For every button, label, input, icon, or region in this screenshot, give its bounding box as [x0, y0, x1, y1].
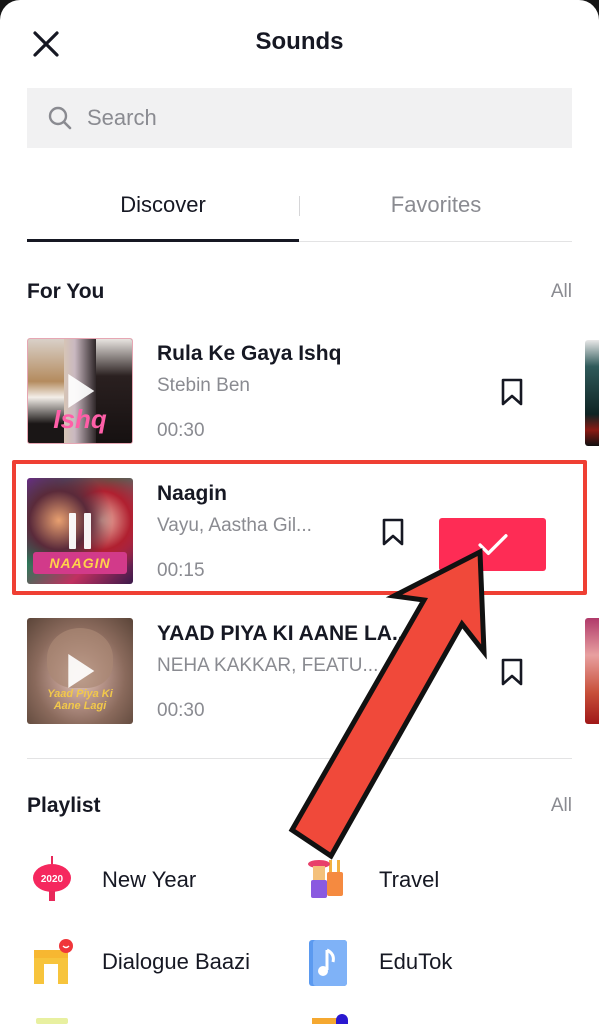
cover-text: Yaad Piya Ki Aane Lagi [47, 688, 113, 712]
bookmark-icon[interactable] [500, 658, 524, 686]
song-title: Rula Ke Gaya Ishq [157, 342, 342, 365]
playlist-item-dialogue-baazi[interactable]: Dialogue Baazi [30, 938, 250, 986]
song-item[interactable]: Yaad Piya Ki Aane Lagi YAAD PIYA KI AANE… [27, 618, 572, 724]
check-icon [477, 533, 508, 555]
playlist-label: New Year [102, 867, 197, 892]
tab-bar: Discover Favorites [27, 180, 572, 242]
active-tab-indicator [27, 239, 299, 242]
song-duration: 00:30 [157, 700, 205, 721]
play-icon [68, 374, 95, 408]
song-cover[interactable]: NAAGIN [27, 478, 133, 584]
next-song-thumbnail[interactable] [585, 340, 599, 446]
playlist-item-new-year[interactable]: 2020 New Year [30, 856, 196, 904]
search-icon [48, 106, 72, 130]
song-cover[interactable]: Yaad Piya Ki Aane Lagi [27, 618, 133, 724]
playlist-icon-partial [36, 1018, 68, 1024]
playlist-header: Playlist All [27, 794, 572, 818]
song-item[interactable]: Ishq Rula Ke Gaya Ishq Stebin Ben 00:30 [27, 338, 572, 444]
playlist-label: EduTok [379, 949, 453, 974]
lantern-2020-icon: 2020 [30, 856, 74, 904]
use-sound-button[interactable] [439, 518, 546, 571]
song-title: YAAD PIYA KI AANE LA... [157, 622, 410, 645]
song-duration: 00:30 [157, 420, 205, 441]
sounds-sheet: Sounds Discover Favorites For You All Is… [0, 0, 599, 1024]
song-artist: Stebin Ben [157, 375, 250, 396]
gate-smiley-icon [30, 938, 74, 986]
bookmark-icon[interactable] [381, 518, 405, 546]
playlist-item-travel[interactable]: Travel [307, 856, 439, 904]
music-book-icon [307, 938, 351, 986]
song-cover[interactable]: Ishq [27, 338, 133, 444]
for-you-all-link[interactable]: All [551, 281, 572, 303]
cover-text: Ishq [53, 404, 107, 434]
traveler-luggage-icon [307, 856, 351, 904]
page-title: Sounds [255, 28, 344, 55]
cover-text: NAAGIN [49, 555, 111, 571]
playlist-label: Travel [379, 867, 440, 892]
tab-discover[interactable]: Discover [27, 192, 299, 218]
search-input[interactable] [87, 105, 527, 131]
playlist-icon-partial [312, 1018, 338, 1024]
next-song-thumbnail[interactable] [585, 618, 599, 724]
play-icon [68, 654, 95, 688]
playlist-all-link[interactable]: All [551, 795, 572, 817]
lantern-badge-text: 2020 [41, 874, 64, 885]
song-artist: NEHA KAKKAR, FEATU... [157, 655, 379, 676]
song-item-selected[interactable]: NAAGIN Naagin Vayu, Aastha Gil... 00:15 [27, 478, 572, 584]
section-title-for-you: For You [27, 280, 105, 303]
tab-favorites[interactable]: Favorites [300, 192, 572, 218]
for-you-header: For You All [27, 280, 572, 304]
playlist-label: Dialogue Baazi [102, 949, 250, 974]
song-title: Naagin [157, 482, 228, 505]
song-duration: 00:15 [157, 560, 205, 581]
pause-icon [69, 513, 91, 549]
search-bar[interactable] [27, 88, 572, 148]
section-title-playlist: Playlist [27, 794, 101, 817]
section-divider [27, 758, 572, 759]
song-artist: Vayu, Aastha Gil... [157, 515, 312, 536]
playlist-icon-partial [336, 1014, 348, 1024]
bookmark-icon[interactable] [500, 378, 524, 406]
playlist-item-edutok[interactable]: EduTok [307, 938, 452, 986]
